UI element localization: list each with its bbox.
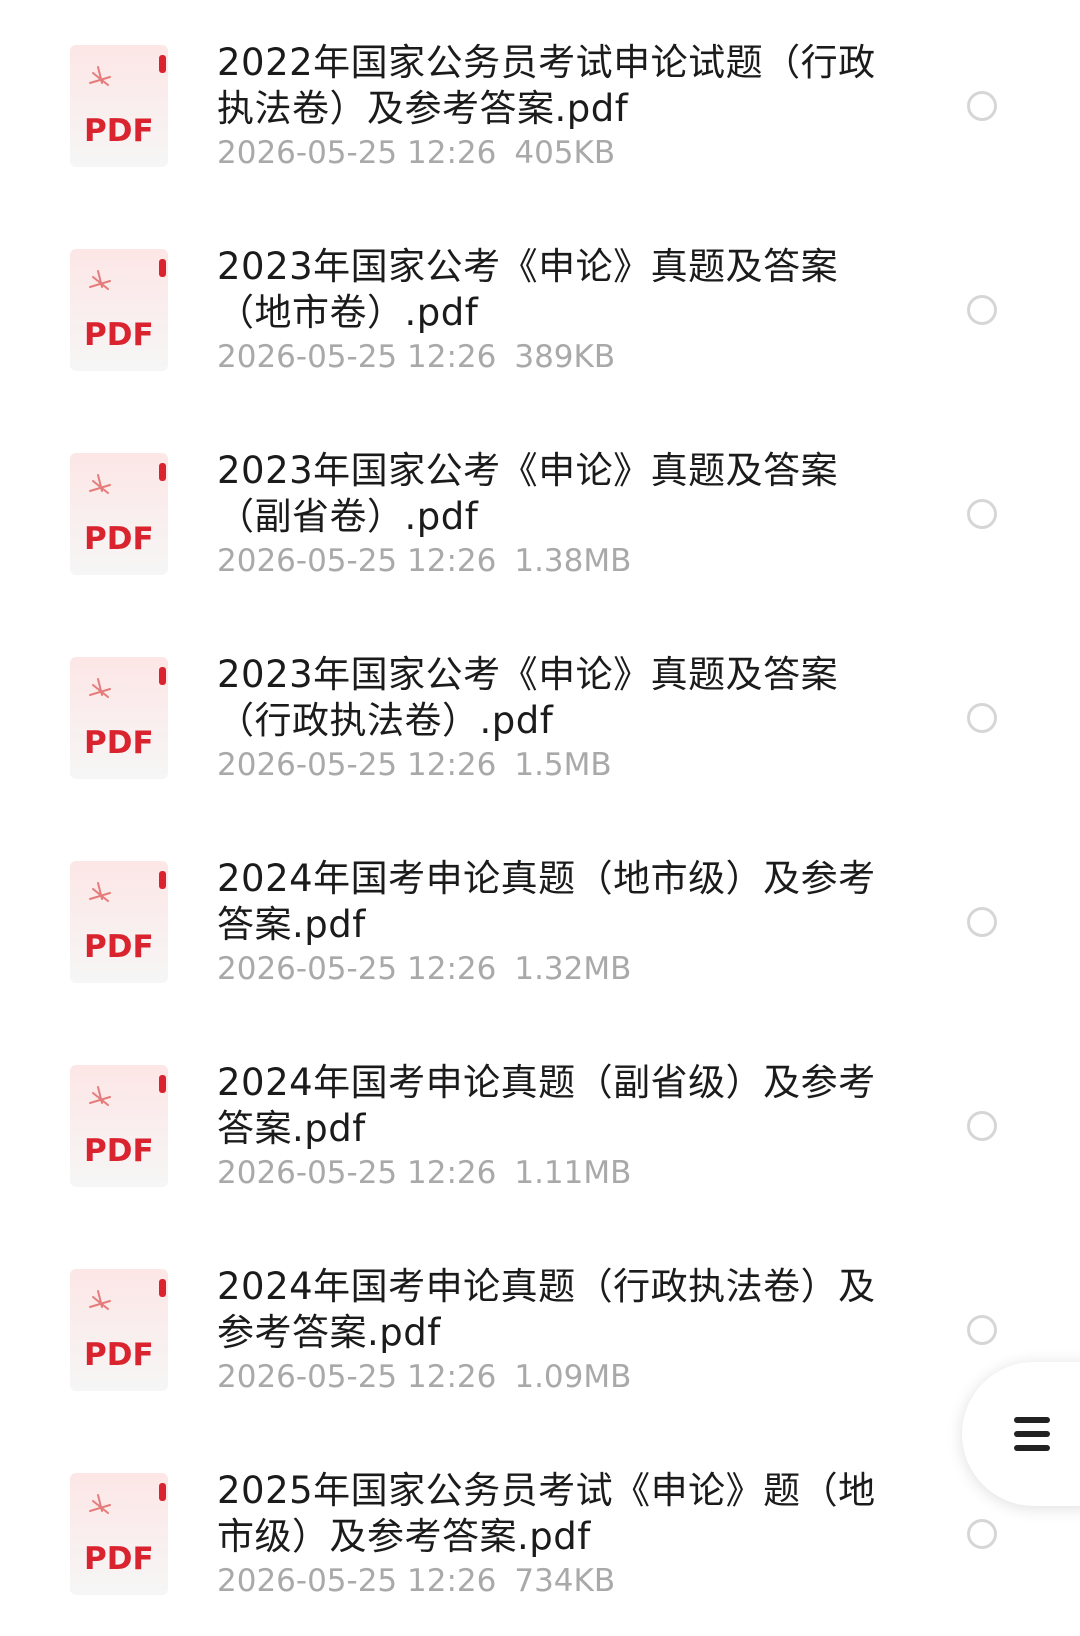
file-datetime: 2026-05-25 12:26 xyxy=(217,747,497,783)
file-meta: 2026-05-25 12:26 405KB xyxy=(217,133,615,173)
select-radio-icon[interactable] xyxy=(967,1519,997,1549)
file-list-item[interactable]: PDF 2023年国家公考《申论》真题及答案（行政执法卷）.pdf 2026-0… xyxy=(0,612,1080,816)
file-meta: 2026-05-25 12:26 1.11MB xyxy=(217,1153,631,1193)
file-name: 2024年国考申论真题（行政执法卷）及参考答案.pdf xyxy=(217,1265,876,1354)
file-meta: 2026-05-25 12:26 1.38MB xyxy=(217,541,631,581)
file-name: 2024年国考申论真题（地市级）及参考答案.pdf xyxy=(217,857,876,946)
select-radio-icon[interactable] xyxy=(967,1315,997,1345)
pdf-icon-label: PDF xyxy=(84,317,154,353)
pdf-icon-label: PDF xyxy=(84,725,154,761)
file-datetime: 2026-05-25 12:26 xyxy=(217,1359,497,1395)
file-meta: 2026-05-25 12:26 1.32MB xyxy=(217,949,631,989)
file-name: 2023年国家公考《申论》真题及答案（地市卷）.pdf xyxy=(217,245,839,334)
file-list-item[interactable]: PDF 2024年国考申论真题（行政执法卷）及参考答案.pdf 2026-05-… xyxy=(0,1224,1080,1428)
file-list-item[interactable]: PDF 2024年国考申论真题（副省级）及参考答案.pdf 2026-05-25… xyxy=(0,1020,1080,1224)
pdf-file-icon: PDF xyxy=(70,657,170,779)
file-name: 2025年国家公务员考试《申论》题（地市级）及参考答案.pdf xyxy=(217,1469,876,1558)
pdf-file-icon: PDF xyxy=(70,1269,170,1391)
file-name: 2024年国考申论真题（副省级）及参考答案.pdf xyxy=(217,1061,876,1150)
file-size: 1.5MB xyxy=(514,747,612,783)
file-list-item[interactable]: PDF 2025年国家公务员考试《申论》题（地市级）及参考答案.pdf 2026… xyxy=(0,1428,1080,1632)
pdf-icon-label: PDF xyxy=(84,1133,154,1169)
file-list: PDF 2022年国家公务员考试申论试题（行政执法卷）及参考答案.pdf 202… xyxy=(0,0,1080,1636)
file-size: 1.38MB xyxy=(514,543,632,579)
pdf-icon-label: PDF xyxy=(84,521,154,557)
file-meta: 2026-05-25 12:26 1.09MB xyxy=(217,1357,631,1397)
file-datetime: 2026-05-25 12:26 xyxy=(217,951,497,987)
menu-icon xyxy=(1014,1417,1050,1451)
pdf-file-icon: PDF xyxy=(70,1473,170,1595)
select-radio-icon[interactable] xyxy=(967,91,997,121)
file-name: 2022年国家公务员考试申论试题（行政执法卷）及参考答案.pdf xyxy=(217,41,876,130)
select-radio-icon[interactable] xyxy=(967,1111,997,1141)
file-meta: 2026-05-25 12:26 389KB xyxy=(217,337,615,377)
select-radio-icon[interactable] xyxy=(967,499,997,529)
file-size: 1.09MB xyxy=(514,1359,632,1395)
file-datetime: 2026-05-25 12:26 xyxy=(217,339,497,375)
pdf-file-icon: PDF xyxy=(70,249,170,371)
file-name: 2023年国家公考《申论》真题及答案（行政执法卷）.pdf xyxy=(217,653,839,742)
file-datetime: 2026-05-25 12:26 xyxy=(217,1155,497,1191)
file-list-item[interactable]: PDF 2023年国家公考《申论》真题及答案（地市卷）.pdf 2026-05-… xyxy=(0,204,1080,408)
file-datetime: 2026-05-25 12:26 xyxy=(217,1563,497,1599)
file-meta: 2026-05-25 12:26 1.5MB xyxy=(217,745,612,785)
pdf-file-icon: PDF xyxy=(70,861,170,983)
pdf-icon-label: PDF xyxy=(84,1337,154,1373)
file-datetime: 2026-05-25 12:26 xyxy=(217,543,497,579)
file-list-item[interactable]: PDF 2023年国家公考《申论》真题及答案（副省卷）.pdf 2026-05-… xyxy=(0,408,1080,612)
file-size: 389KB xyxy=(514,339,616,375)
pdf-icon-label: PDF xyxy=(84,1541,154,1577)
select-radio-icon[interactable] xyxy=(967,907,997,937)
file-size: 405KB xyxy=(514,135,616,171)
file-size: 734KB xyxy=(514,1563,616,1599)
file-list-item[interactable]: PDF 2024年国考申论真题（地市级）及参考答案.pdf 2026-05-25… xyxy=(0,816,1080,1020)
file-list-item[interactable]: PDF 2022年国家公务员考试申论试题（行政执法卷）及参考答案.pdf 202… xyxy=(0,0,1080,204)
pdf-icon-label: PDF xyxy=(84,113,154,149)
file-datetime: 2026-05-25 12:26 xyxy=(217,135,497,171)
file-name: 2023年国家公考《申论》真题及答案（副省卷）.pdf xyxy=(217,449,839,538)
select-radio-icon[interactable] xyxy=(967,703,997,733)
pdf-file-icon: PDF xyxy=(70,453,170,575)
file-size: 1.32MB xyxy=(514,951,632,987)
pdf-icon-label: PDF xyxy=(84,929,154,965)
file-meta: 2026-05-25 12:26 734KB xyxy=(217,1561,615,1601)
pdf-file-icon: PDF xyxy=(70,1065,170,1187)
select-radio-icon[interactable] xyxy=(967,295,997,325)
pdf-file-icon: PDF xyxy=(70,45,170,167)
file-size: 1.11MB xyxy=(514,1155,632,1191)
